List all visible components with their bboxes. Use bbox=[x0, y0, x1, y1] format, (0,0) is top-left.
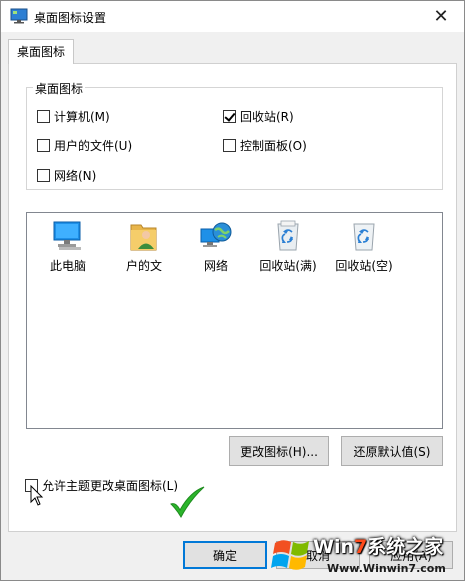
icon-caption: 网络 bbox=[203, 259, 228, 273]
watermark-brand: Win7系统之家 bbox=[313, 536, 444, 558]
checkbox-label: 允许主题更改桌面图标(L) bbox=[42, 479, 179, 493]
list-item-this-pc[interactable]: 此电脑 bbox=[33, 219, 103, 274]
checkbox-box-checked[interactable] bbox=[223, 110, 236, 123]
checkbox-label: 网络(N) bbox=[54, 169, 97, 183]
desktop-icons-groupbox: 桌面图标 计算机(M) 回收站(R) 用户的文件(U) 控制面板(O) 网络(N… bbox=[26, 80, 443, 190]
list-item-user-files[interactable]: 户的文 bbox=[109, 219, 179, 274]
checkbox-recycle-bin[interactable]: 回收站(R) bbox=[223, 108, 294, 125]
restore-default-button[interactable]: 还原默认值(S) bbox=[341, 436, 443, 466]
checkbox-label: 控制面板(O) bbox=[240, 139, 307, 153]
list-item-recycle-bin-full[interactable]: 回收站(满) bbox=[253, 219, 323, 274]
checkbox-box[interactable] bbox=[37, 139, 50, 152]
checkbox-control-panel[interactable]: 控制面板(O) bbox=[223, 137, 307, 154]
checkbox-network[interactable]: 网络(N) bbox=[37, 167, 96, 184]
computer-icon bbox=[53, 221, 81, 250]
user-folder-icon bbox=[130, 224, 157, 251]
checkbox-box[interactable] bbox=[37, 110, 50, 123]
icon-caption: 回收站(满) bbox=[259, 259, 317, 273]
checkbox-label: 计算机(M) bbox=[54, 110, 110, 124]
checkbox-box[interactable] bbox=[223, 139, 236, 152]
icon-list-view[interactable]: 此电脑 户的文 网络 回收站(满) 回收站(空) bbox=[26, 212, 443, 429]
title-bar: 桌面图标设置 ✕ bbox=[1, 1, 464, 32]
desktop-settings-icon bbox=[10, 8, 28, 24]
checkbox-box[interactable] bbox=[37, 169, 50, 182]
watermark: Win7系统之家 Www.Winwin7.com bbox=[269, 529, 465, 581]
mouse-cursor-icon bbox=[30, 485, 44, 506]
recycle-bin-empty-icon bbox=[353, 223, 375, 251]
recycle-bin-full-icon bbox=[277, 220, 299, 251]
list-item-recycle-bin-empty[interactable]: 回收站(空) bbox=[329, 219, 399, 274]
icon-caption: 户的文 bbox=[125, 259, 162, 273]
checkbox-user-files[interactable]: 用户的文件(U) bbox=[37, 137, 132, 154]
checkbox-label: 回收站(R) bbox=[240, 110, 294, 124]
checkbox-computer[interactable]: 计算机(M) bbox=[37, 108, 110, 125]
green-checkmark-icon bbox=[170, 486, 205, 519]
desktop-icon-settings-window: 桌面图标设置 ✕ 桌面图标 桌面图标 计算机(M) 回收站(R) 用户的文件(U… bbox=[0, 0, 465, 581]
close-icon: ✕ bbox=[433, 6, 449, 27]
checkbox-allow-themes[interactable]: 允许主题更改桌面图标(L) bbox=[25, 477, 178, 494]
tab-panel: 桌面图标 计算机(M) 回收站(R) 用户的文件(U) 控制面板(O) 网络(N… bbox=[8, 63, 457, 532]
icon-caption: 回收站(空) bbox=[335, 259, 393, 273]
list-item-network[interactable]: 网络 bbox=[181, 219, 251, 274]
icon-caption: 此电脑 bbox=[49, 259, 86, 273]
network-icon bbox=[200, 222, 232, 247]
window-title: 桌面图标设置 bbox=[34, 11, 107, 25]
checkbox-label: 用户的文件(U) bbox=[54, 139, 133, 153]
change-icon-button[interactable]: 更改图标(H)... bbox=[229, 436, 329, 466]
ok-button[interactable]: 确定 bbox=[183, 541, 267, 569]
group-label: 桌面图标 bbox=[33, 80, 86, 97]
windows-logo-icon bbox=[271, 540, 309, 570]
watermark-url: Www.Winwin7.com bbox=[327, 562, 446, 575]
tab-desktop-icons[interactable]: 桌面图标 bbox=[8, 39, 74, 64]
close-button[interactable]: ✕ bbox=[418, 1, 464, 32]
